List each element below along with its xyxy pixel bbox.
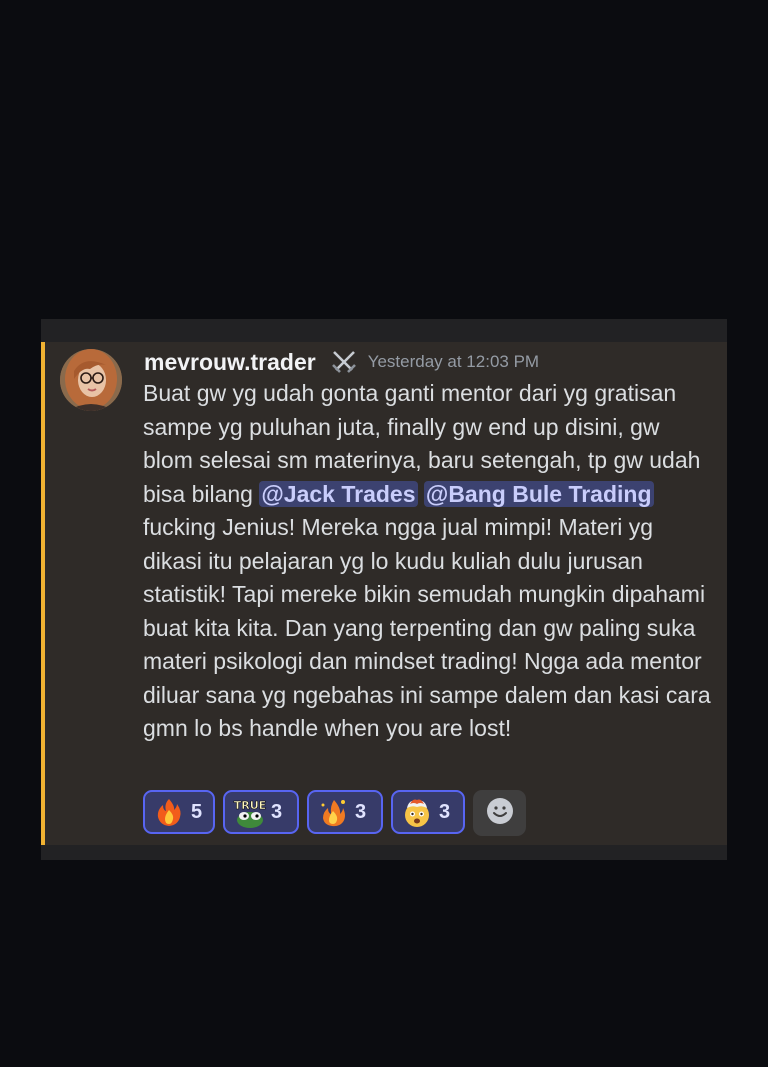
previous-message-edge [41,319,727,342]
reaction-exploding-head[interactable]: 3 [391,790,465,834]
reaction-count: 3 [355,800,367,823]
add-reaction-smiley-icon [485,796,515,831]
next-message-edge [41,845,727,860]
message-text-part2: fucking Jenius! Mereka ngga jual mimpi! … [143,514,711,741]
reaction-count: 3 [271,800,283,823]
message-header: mevrouw.trader Yesterday at 12:03 PM [144,347,539,377]
reactions-bar: 5 TRUE 3 3 3 [143,790,526,836]
exploding-head-emoji [401,796,433,828]
message-content: Buat gw yg udah gonta ganti mentor dari … [143,377,715,746]
add-reaction-button[interactable] [473,790,526,836]
mention-bang-bule-trading[interactable]: @Bang Bule Trading [423,480,654,507]
message-card: mevrouw.trader Yesterday at 12:03 PM Bua… [41,319,727,860]
username[interactable]: mevrouw.trader [144,349,316,376]
fire-emoji [153,796,185,828]
svg-text:TRUE: TRUE [234,799,266,812]
reaction-true-frog[interactable]: TRUE 3 [223,790,299,834]
true-frog-emoji: TRUE [233,796,266,828]
crossed-swords-icon[interactable] [330,348,358,376]
reaction-count: 3 [439,800,451,823]
reaction-count: 5 [191,800,203,823]
mention-highlight-bar [41,342,45,845]
mention-jack-trades[interactable]: @Jack Trades [259,480,418,507]
timestamp: Yesterday at 12:03 PM [367,352,540,371]
avatar[interactable] [60,349,122,411]
reaction-flame-spark[interactable]: 3 [307,790,383,834]
flame-spark-emoji [317,796,349,828]
reaction-fire[interactable]: 5 [143,790,215,834]
